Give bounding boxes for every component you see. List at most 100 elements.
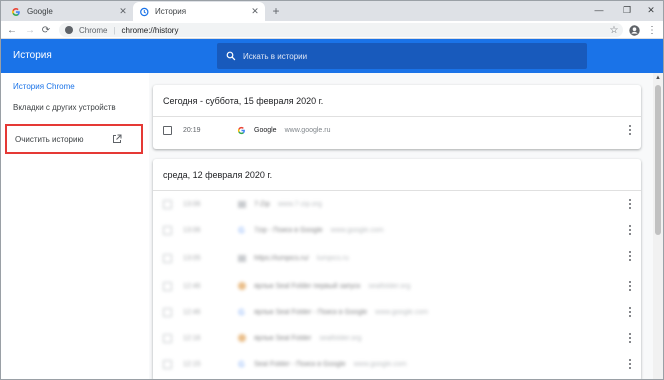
entry-domain: lumpics.ru bbox=[316, 254, 349, 262]
orange-circle-icon bbox=[237, 334, 246, 343]
entry-checkbox[interactable] bbox=[163, 125, 172, 135]
search-icon bbox=[225, 50, 237, 62]
close-tab-icon[interactable]: ✕ bbox=[117, 6, 129, 18]
close-tab-icon[interactable]: ✕ bbox=[249, 6, 261, 18]
scrollbar-thumb[interactable] bbox=[655, 85, 661, 235]
entry-domain: www.google.com bbox=[330, 226, 384, 234]
history-header: История bbox=[1, 39, 663, 73]
entry-domain: sealfolder.org bbox=[368, 282, 411, 290]
entry-time: 13:06 bbox=[183, 200, 201, 208]
forward-button[interactable]: → bbox=[23, 23, 37, 37]
scroll-up-arrow-icon[interactable]: ▲ bbox=[653, 73, 663, 83]
more-actions-icon[interactable] bbox=[627, 225, 633, 235]
clear-history-label: Очистить историю bbox=[15, 135, 84, 144]
site-icon bbox=[237, 254, 246, 263]
entry-domain: www.google.com bbox=[375, 308, 429, 316]
entry-time: 12:16 bbox=[183, 334, 201, 342]
site-icon bbox=[237, 200, 246, 209]
day-header: Сегодня - суббота, 15 февраля 2020 г. bbox=[153, 85, 641, 117]
page-title: История bbox=[13, 50, 52, 61]
profile-avatar-icon[interactable] bbox=[627, 23, 641, 37]
entry-checkbox[interactable] bbox=[163, 225, 172, 235]
browser-window: Google ✕ История ✕ + — ❐ ✕ ← → ⟳ Chrome … bbox=[0, 0, 664, 380]
history-entry[interactable]: 20:19 Google www.google.ru bbox=[153, 117, 641, 143]
history-day-card: среда, 12 февраля 2020 г. 13:06 7-Zip www.… bbox=[153, 159, 641, 379]
day-header: среда, 12 февраля 2020 г. bbox=[153, 159, 641, 191]
history-search[interactable] bbox=[217, 43, 587, 69]
tab-history[interactable]: История ✕ bbox=[133, 2, 265, 21]
entry-time: 20:19 bbox=[183, 126, 201, 134]
entry-time: 12:15 bbox=[183, 360, 201, 368]
more-actions-icon[interactable] bbox=[627, 359, 633, 369]
entry-title[interactable]: ярлык Seal Folder первый запуск bbox=[254, 283, 360, 290]
history-entry[interactable]: 13:06 G 7zip - Поиск в Google www.google.co… bbox=[153, 217, 641, 243]
entry-checkbox[interactable] bbox=[163, 359, 172, 369]
omnibox-label: Chrome bbox=[79, 25, 108, 35]
entry-title[interactable]: ярлык Seal Folder bbox=[254, 335, 311, 342]
entry-checkbox[interactable] bbox=[163, 281, 172, 291]
google-g-icon: G bbox=[238, 225, 245, 235]
tab-title: Google bbox=[27, 7, 53, 16]
maximize-button[interactable]: ❐ bbox=[617, 1, 637, 19]
sidebar: История Chrome Вкладки с других устройст… bbox=[1, 73, 149, 379]
entry-checkbox[interactable] bbox=[163, 307, 172, 317]
sidebar-item-chrome-history[interactable]: История Chrome bbox=[13, 82, 75, 91]
google-g-icon bbox=[237, 126, 246, 135]
entry-domain: www.google.com bbox=[353, 360, 407, 368]
entry-title[interactable]: Google bbox=[254, 127, 277, 134]
google-g-icon: G bbox=[238, 307, 245, 317]
history-entry[interactable]: 13:05 https://lumpics.ru/lumpics.ru bbox=[153, 243, 641, 273]
open-in-new-icon bbox=[111, 133, 123, 145]
back-button[interactable]: ← bbox=[5, 23, 19, 37]
entry-title[interactable]: https://lumpics.ru/ bbox=[254, 255, 309, 262]
entry-time: 12:46 bbox=[183, 282, 201, 290]
more-actions-icon[interactable] bbox=[627, 281, 633, 291]
entry-domain: sealfolder.org bbox=[319, 334, 362, 342]
chrome-page-icon bbox=[65, 26, 73, 34]
more-actions-icon[interactable] bbox=[627, 333, 633, 343]
entry-time: 12:46 bbox=[183, 308, 201, 316]
new-tab-button[interactable]: + bbox=[269, 4, 283, 18]
google-g-icon: G bbox=[238, 359, 245, 369]
entry-domain: www.google.ru bbox=[284, 126, 331, 134]
tab-title: История bbox=[155, 7, 187, 16]
entry-title[interactable]: ярлык Seal Folder - Поиск в Google bbox=[254, 309, 367, 316]
entry-title[interactable]: 7-Zip bbox=[254, 201, 270, 208]
chrome-menu-icon[interactable]: ⋮ bbox=[645, 23, 659, 37]
history-entry[interactable]: 12:15 G Seal Folder - Поиск в Google www.go… bbox=[153, 351, 641, 377]
history-entry[interactable]: 13:06 7-Zip www.7-zip.org bbox=[153, 191, 641, 217]
entry-time: 13:05 bbox=[183, 254, 201, 262]
google-g-icon bbox=[11, 7, 21, 17]
clear-history-button[interactable]: Очистить историю bbox=[5, 124, 143, 154]
entry-checkbox[interactable] bbox=[163, 333, 172, 343]
history-entry[interactable]: 12:16 ярлык Seal Folder sealfolder.org bbox=[153, 325, 641, 351]
url-text: chrome://history bbox=[121, 25, 179, 35]
orange-circle-icon bbox=[237, 282, 246, 291]
entry-title[interactable]: 7zip - Поиск в Google bbox=[254, 227, 323, 234]
history-icon bbox=[139, 7, 149, 17]
close-window-button[interactable]: ✕ bbox=[641, 1, 661, 19]
more-actions-icon[interactable] bbox=[627, 251, 633, 261]
address-bar[interactable]: Chrome | chrome://history bbox=[59, 23, 623, 37]
entry-checkbox[interactable] bbox=[163, 253, 172, 263]
entry-domain: www.7-zip.org bbox=[277, 200, 322, 208]
minimize-button[interactable]: — bbox=[589, 1, 609, 19]
history-day-card: Сегодня - суббота, 15 февраля 2020 г. 20… bbox=[153, 85, 641, 149]
omnibox-separator: | bbox=[113, 25, 116, 35]
reload-button[interactable]: ⟳ bbox=[39, 23, 53, 37]
entry-title[interactable]: Seal Folder - Поиск в Google bbox=[254, 361, 346, 368]
page-scrollbar[interactable]: ▲ bbox=[653, 73, 663, 379]
history-entry[interactable]: 12:46 Gярлык Seal Folder - Поиск в Google… bbox=[153, 299, 641, 325]
entry-time: 13:06 bbox=[183, 226, 201, 234]
search-input[interactable] bbox=[243, 51, 563, 61]
toolbar: ← → ⟳ Chrome | chrome://history ☆ ⋮ bbox=[1, 21, 663, 39]
sidebar-item-other-devices[interactable]: Вкладки с других устройств bbox=[13, 103, 116, 112]
more-actions-icon[interactable] bbox=[627, 307, 633, 317]
tab-strip: Google ✕ История ✕ + — ❐ ✕ bbox=[1, 1, 663, 21]
entry-checkbox[interactable] bbox=[163, 199, 172, 209]
history-entry[interactable]: 12:46 ярлык Seal Folder первый запуск seal… bbox=[153, 273, 641, 299]
tab-google[interactable]: Google ✕ bbox=[5, 2, 133, 21]
more-actions-icon[interactable] bbox=[627, 199, 633, 209]
bookmark-star-icon[interactable]: ☆ bbox=[607, 23, 621, 37]
more-actions-icon[interactable] bbox=[627, 125, 633, 135]
